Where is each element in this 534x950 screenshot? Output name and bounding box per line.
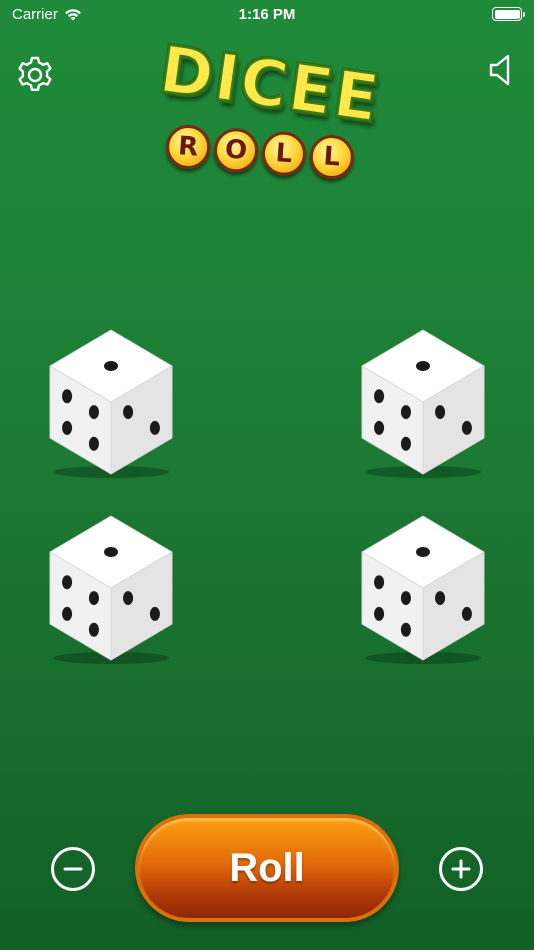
die-pip [62, 606, 73, 621]
die-pip [62, 389, 73, 404]
status-left: Carrier [12, 6, 82, 23]
die-pip [400, 405, 411, 420]
die-pip [461, 606, 472, 621]
die-pip [374, 389, 385, 404]
plus-icon [451, 859, 471, 879]
die-pip [149, 420, 160, 435]
die-4[interactable] [356, 512, 490, 664]
die-1[interactable] [44, 326, 178, 478]
logo-subtitle: R O L L [164, 123, 356, 181]
app-logo: DICEE R O L L [120, 32, 420, 188]
wifi-icon [64, 8, 81, 20]
die-pip [62, 575, 73, 590]
status-bar: Carrier 1:16 PM [0, 0, 534, 28]
roll-button[interactable]: Roll [135, 814, 399, 922]
gear-icon [18, 56, 52, 91]
logo-letter: R [164, 123, 212, 171]
die-pip [374, 606, 385, 621]
settings-button[interactable] [14, 54, 56, 96]
logo-letter: O [212, 126, 260, 174]
die-pip [123, 405, 134, 420]
die-pip [149, 606, 160, 621]
die-graphic [361, 329, 485, 478]
die-pip [104, 361, 118, 371]
die-pip [400, 622, 411, 637]
status-time: 1:16 PM [238, 5, 296, 23]
die-pip [435, 405, 446, 420]
die-pip [400, 436, 411, 451]
logo-letter: L [308, 133, 356, 181]
battery-icon [492, 7, 525, 21]
die-pip [374, 420, 385, 435]
increase-dice-button[interactable] [439, 847, 483, 891]
minus-icon [63, 867, 83, 871]
logo-title: DICEE [154, 32, 385, 138]
die-2[interactable] [356, 326, 490, 478]
sound-button[interactable] [484, 52, 520, 88]
die-3[interactable] [44, 512, 178, 664]
die-pip [435, 591, 446, 606]
battery-fill [494, 9, 520, 19]
die-pip [416, 361, 430, 371]
die-pip [461, 420, 472, 435]
roll-label: Roll [229, 845, 305, 890]
decrease-dice-button[interactable] [51, 847, 95, 891]
die-graphic [49, 515, 173, 664]
die-pip [416, 547, 430, 557]
carrier-label: Carrier [12, 5, 58, 23]
die-pip [123, 591, 134, 606]
die-pip [88, 436, 99, 451]
die-graphic [49, 329, 173, 478]
die-pip [400, 591, 411, 606]
logo-letter: L [260, 130, 308, 178]
die-graphic [361, 515, 485, 664]
speaker-icon [489, 54, 510, 86]
die-pip [88, 405, 99, 420]
die-pip [374, 575, 385, 590]
die-pip [88, 591, 99, 606]
die-pip [104, 547, 118, 557]
die-pip [88, 622, 99, 637]
die-pip [62, 420, 73, 435]
